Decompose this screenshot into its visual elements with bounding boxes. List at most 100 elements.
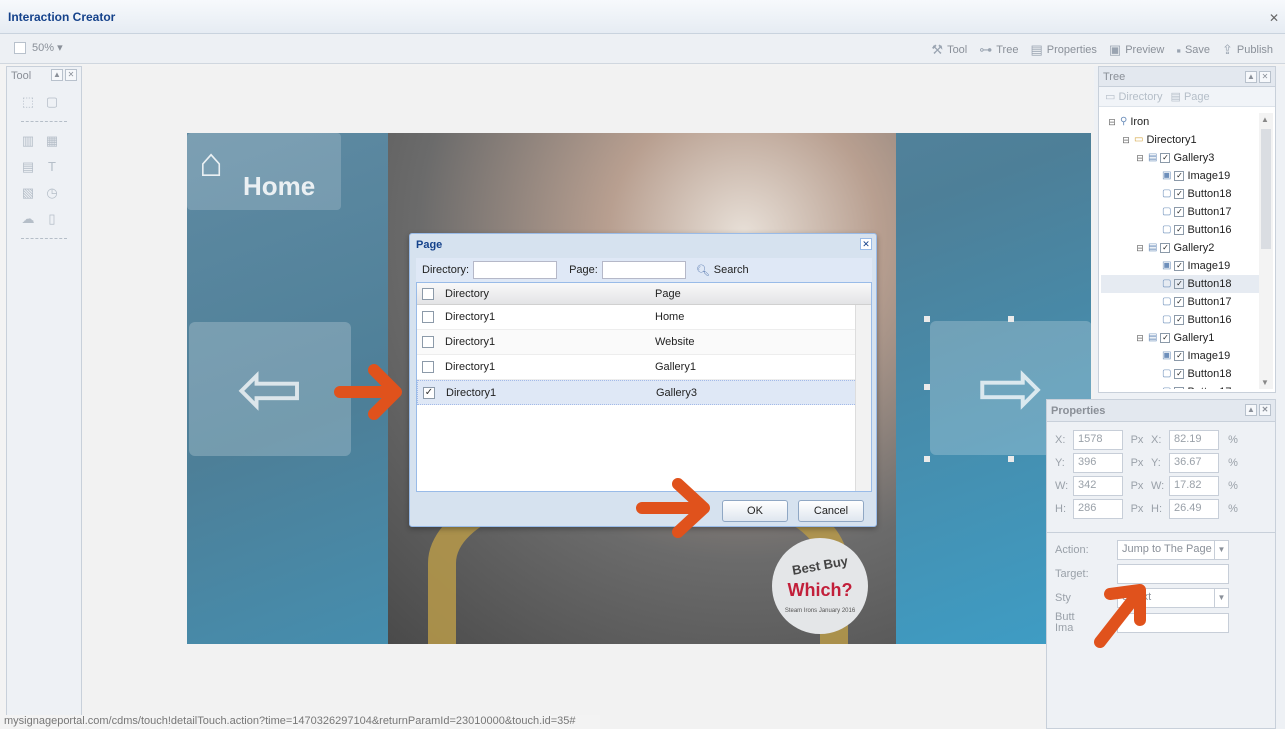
tree-node[interactable]: ⊟ ▭ Directory1: [1101, 131, 1259, 149]
visibility-checkbox[interactable]: ✓: [1160, 333, 1171, 343]
image-tool-icon[interactable]: ▥: [21, 134, 35, 148]
tree-node[interactable]: ⊟ ▤ ✓ Gallery1: [1101, 329, 1259, 347]
table-scrollbar[interactable]: [855, 305, 871, 491]
cancel-button[interactable]: Cancel: [798, 500, 864, 522]
tree-node[interactable]: ▢ ✓ Button16: [1101, 311, 1259, 329]
page-input[interactable]: [601, 261, 686, 279]
table-tool-icon[interactable]: ▤: [21, 160, 35, 174]
collapse-icon[interactable]: ▲: [51, 69, 63, 81]
close-icon[interactable]: ✕: [1269, 11, 1279, 25]
previous-button[interactable]: ⇦: [189, 322, 351, 456]
w-percent-field[interactable]: 17.82: [1169, 476, 1219, 496]
tree-node[interactable]: ▢✓Button17: [1101, 203, 1259, 221]
frame-tool-icon[interactable]: ▢: [45, 95, 59, 109]
ok-button[interactable]: OK: [722, 500, 788, 522]
action-select[interactable]: Jump to The Page ▼: [1117, 540, 1229, 560]
close-icon[interactable]: ✕: [860, 238, 872, 250]
resize-handle[interactable]: [1008, 316, 1014, 322]
visibility-checkbox[interactable]: ✓: [1160, 243, 1171, 253]
column-header-page[interactable]: Page: [649, 288, 859, 300]
cell-directory: Directory1: [445, 311, 496, 323]
tool-button[interactable]: ⚒ Tool: [929, 40, 969, 60]
text-tool-icon[interactable]: T: [45, 160, 59, 174]
column-header-directory[interactable]: Directory: [439, 288, 649, 300]
visibility-checkbox[interactable]: ✓: [1174, 225, 1185, 235]
preview-button[interactable]: ▣ Preview: [1107, 40, 1166, 60]
expand-toggle-icon[interactable]: ⊟: [1135, 239, 1145, 257]
resize-handle[interactable]: [924, 316, 930, 322]
directory-input[interactable]: [473, 261, 558, 279]
x-px-field[interactable]: 1578: [1073, 430, 1123, 450]
tree-scrollbar[interactable]: ▲ ▼: [1259, 113, 1273, 389]
tree-node[interactable]: ▢ ✓ Button16: [1101, 221, 1259, 239]
tree-node[interactable]: ▣ ✓ Image19: [1101, 347, 1259, 365]
picture-tool-icon[interactable]: ▦: [45, 134, 59, 148]
zoom-select[interactable]: 50% ▾: [14, 41, 63, 54]
scroll-thumb[interactable]: [1261, 129, 1271, 249]
tree-node[interactable]: ▢ ✓ Button18: [1101, 275, 1259, 293]
save-button[interactable]: ▪ Save: [1174, 41, 1212, 60]
visibility-checkbox[interactable]: ✓: [1174, 369, 1185, 379]
collapse-icon[interactable]: ▲: [1245, 404, 1257, 416]
tree-node[interactable]: ▢ ✓ Button18: [1101, 365, 1259, 383]
close-icon[interactable]: ✕: [65, 69, 77, 81]
resize-handle[interactable]: [924, 456, 930, 462]
video-tool-icon[interactable]: ▧: [21, 186, 35, 200]
visibility-checkbox[interactable]: ✓: [1174, 387, 1185, 389]
tree-node[interactable]: ▢✓Button17: [1101, 383, 1259, 389]
tree-node[interactable]: ▢✓Button17: [1101, 293, 1259, 311]
y-px-field[interactable]: 396: [1073, 453, 1123, 473]
search-button[interactable]: 🔍︎ Search: [696, 264, 749, 277]
tree-node[interactable]: ⊟ ▤ ✓ Gallery3: [1101, 149, 1259, 167]
row-checkbox[interactable]: [422, 336, 434, 348]
tree-node[interactable]: ▣ ✓ Image19: [1101, 257, 1259, 275]
table-row-selected[interactable]: ✓ Directory1 Gallery3: [417, 380, 871, 405]
weather-tool-icon[interactable]: ☁: [21, 212, 35, 226]
visibility-checkbox[interactable]: ✓: [1174, 351, 1185, 361]
add-directory-button[interactable]: ▭ Directory: [1105, 90, 1162, 103]
resize-handle[interactable]: [1008, 456, 1014, 462]
resize-handle[interactable]: [924, 384, 930, 390]
visibility-checkbox[interactable]: ✓: [1160, 153, 1171, 163]
expand-toggle-icon[interactable]: ⊟: [1107, 113, 1117, 131]
scroll-up-icon[interactable]: ▲: [1261, 115, 1269, 124]
publish-button[interactable]: ⇪ Publish: [1220, 40, 1275, 60]
visibility-checkbox[interactable]: ✓: [1174, 279, 1185, 289]
visibility-checkbox[interactable]: ✓: [1174, 207, 1185, 217]
collapse-icon[interactable]: ▲: [1245, 71, 1257, 83]
expand-toggle-icon[interactable]: ⊟: [1135, 149, 1145, 167]
h-px-field[interactable]: 286: [1073, 499, 1123, 519]
scroll-down-icon[interactable]: ▼: [1261, 378, 1269, 387]
table-row[interactable]: Directory1 Website: [417, 330, 871, 355]
expand-toggle-icon[interactable]: ⊟: [1121, 131, 1131, 149]
w-px-field[interactable]: 342: [1073, 476, 1123, 496]
table-row[interactable]: Directory1 Gallery1: [417, 355, 871, 380]
clock-tool-icon[interactable]: ◷: [45, 186, 59, 200]
tree-node[interactable]: ⊟ ▤ ✓ Gallery2: [1101, 239, 1259, 257]
close-icon[interactable]: ✕: [1259, 71, 1271, 83]
tree-node[interactable]: ▢ ✓ Button18: [1101, 185, 1259, 203]
visibility-checkbox[interactable]: ✓: [1174, 297, 1185, 307]
select-all-checkbox[interactable]: [422, 287, 434, 300]
home-button[interactable]: ⌂ Home: [187, 133, 341, 210]
visibility-checkbox[interactable]: ✓: [1174, 315, 1185, 325]
visibility-checkbox[interactable]: ✓: [1174, 171, 1185, 181]
select-tool-icon[interactable]: ⬚: [21, 95, 35, 109]
tree-node[interactable]: ▣ ✓ Image19: [1101, 167, 1259, 185]
properties-button[interactable]: ▤ Properties: [1028, 40, 1098, 60]
table-row[interactable]: Directory1 Home: [417, 305, 871, 330]
close-icon[interactable]: ✕: [1259, 404, 1271, 416]
x-percent-field[interactable]: 82.19: [1169, 430, 1219, 450]
visibility-checkbox[interactable]: ✓: [1174, 189, 1185, 199]
document-tool-icon[interactable]: ▯: [45, 212, 59, 226]
expand-toggle-icon[interactable]: ⊟: [1135, 329, 1145, 347]
row-checkbox-checked[interactable]: ✓: [423, 386, 435, 399]
add-page-button[interactable]: ▤ Page: [1170, 90, 1209, 103]
row-checkbox[interactable]: [422, 311, 434, 323]
tree-node[interactable]: ⊟ ⚲ Iron: [1101, 113, 1259, 131]
visibility-checkbox[interactable]: ✓: [1174, 261, 1185, 271]
tree-button[interactable]: ⊶ Tree: [977, 40, 1020, 60]
row-checkbox[interactable]: [422, 361, 434, 373]
y-percent-field[interactable]: 36.67: [1169, 453, 1219, 473]
h-percent-field[interactable]: 26.49: [1169, 499, 1219, 519]
